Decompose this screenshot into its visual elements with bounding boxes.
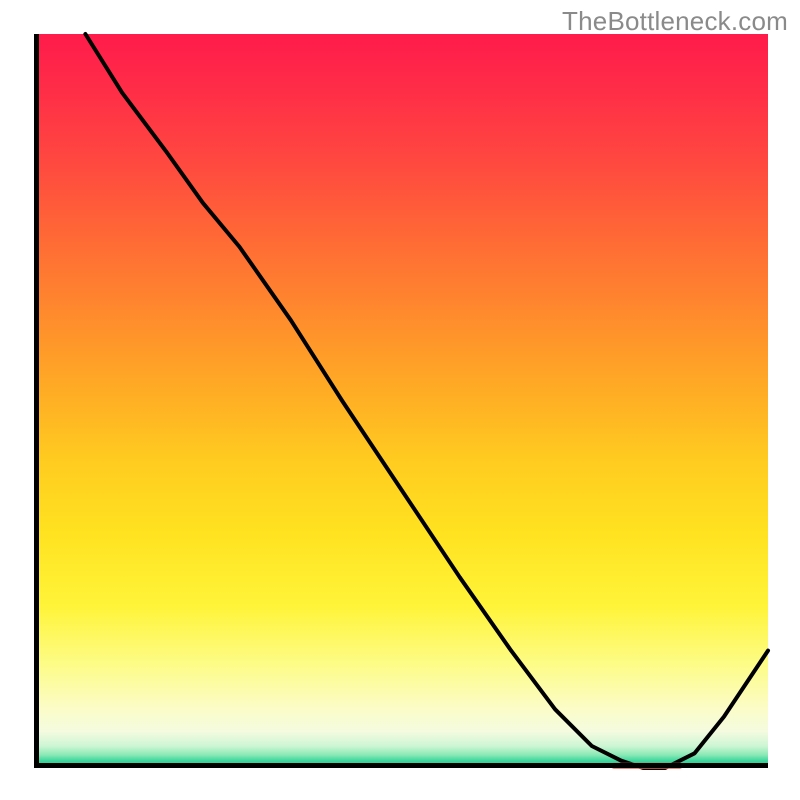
x-axis-line	[34, 763, 768, 768]
watermark-text: TheBottleneck.com	[562, 6, 788, 37]
y-axis-line	[34, 34, 39, 768]
chart-svg	[34, 34, 768, 768]
chart-curve-line	[85, 34, 768, 768]
chart-area	[34, 34, 768, 768]
